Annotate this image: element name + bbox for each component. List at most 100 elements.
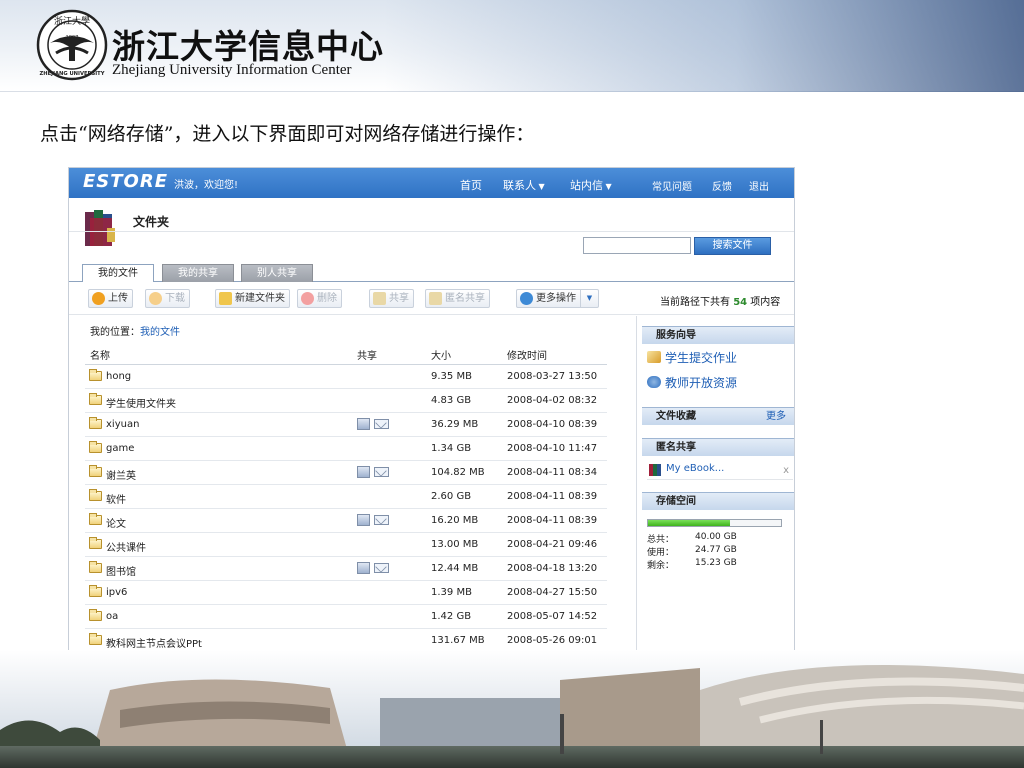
column-name[interactable]: 名称 (90, 347, 110, 362)
close-icon[interactable]: x (783, 465, 789, 476)
file-name[interactable]: hong (106, 371, 131, 382)
folder-title: 文件夹 (133, 215, 170, 229)
file-row[interactable]: 公共课件 13.00 MB 2008-04-21 09:46 (85, 533, 607, 557)
file-row[interactable]: game 1.34 GB 2008-04-10 11:47 (85, 437, 607, 461)
storage-total-row: 总共： 40.00 GB (647, 532, 737, 545)
nav-faq[interactable]: 常见问题 (652, 178, 692, 193)
file-name[interactable]: oa (106, 611, 118, 622)
folder-icon (89, 489, 102, 501)
anon-share-label: 匿名共享 (445, 293, 485, 304)
student-homework-link[interactable]: 学生提交作业 (647, 349, 737, 366)
tab-my-shares[interactable]: 我的共享 (162, 264, 234, 282)
file-name[interactable]: 公共课件 (106, 539, 146, 554)
nav-contacts[interactable]: 联系人 ▼ (503, 177, 545, 193)
file-row[interactable]: 图书馆 12.44 MB 2008-04-18 13:20 (85, 557, 607, 581)
file-modified: 2008-04-02 08:32 (507, 395, 598, 406)
file-size: 131.67 MB (431, 635, 485, 646)
nav-messages[interactable]: 站内信 ▼ (570, 177, 612, 193)
teacher-resources-link[interactable]: 教师开放资源 (647, 374, 737, 391)
file-name[interactable]: 软件 (106, 491, 126, 506)
header-title-en: Zhejiang University Information Center (112, 62, 352, 78)
file-size: 13.00 MB (431, 539, 479, 550)
breadcrumb-my-files[interactable]: 我的文件 (140, 327, 180, 338)
file-name[interactable]: 论文 (106, 515, 126, 530)
folder-icon (89, 633, 102, 645)
tab-my-files[interactable]: 我的文件 (82, 264, 154, 283)
tab-others-shares[interactable]: 别人共享 (241, 264, 313, 282)
more-ops-button[interactable]: 更多操作 ▼ (516, 289, 599, 308)
share-button[interactable]: 共享 (369, 289, 414, 308)
file-modified: 2008-04-18 13:20 (507, 563, 598, 574)
file-row[interactable]: 论文 16.20 MB 2008-04-11 08:39 (85, 509, 607, 533)
download-button[interactable]: 下载 (145, 289, 190, 308)
file-name[interactable]: game (106, 443, 134, 454)
column-modified[interactable]: 修改时间 (507, 347, 547, 362)
shared-user-icon[interactable] (357, 514, 370, 526)
anon-share-item[interactable]: My eBook... x (647, 463, 793, 480)
anon-share-button[interactable]: 匿名共享 (425, 289, 490, 308)
file-row[interactable]: ipv6 1.39 MB 2008-04-27 15:50 (85, 581, 607, 605)
storage-free-value: 15.23 GB (695, 558, 737, 568)
file-name[interactable]: 图书馆 (106, 563, 136, 578)
download-label: 下载 (165, 293, 185, 304)
file-name[interactable]: 教科网主节点会议PPt (106, 635, 202, 650)
folder-icon (89, 513, 102, 525)
file-name[interactable]: 学生使用文件夹 (106, 395, 176, 410)
storage-total-label: 总共： (647, 535, 675, 545)
folder-icon (89, 585, 102, 597)
path-count-suffix: 项内容 (750, 297, 781, 308)
file-modified: 2008-04-11 08:39 (507, 515, 598, 526)
nav-home[interactable]: 首页 (460, 177, 482, 193)
folder-icon (89, 393, 102, 405)
file-row[interactable]: hong 9.35 MB 2008-03-27 13:50 (85, 365, 607, 389)
file-name[interactable]: 谢兰英 (106, 467, 136, 482)
shared-user-icon[interactable] (357, 466, 370, 478)
path-count-prefix: 当前路径下共有 (660, 297, 730, 308)
nav-contacts-label: 联系人 (503, 179, 536, 192)
delete-button[interactable]: 删除 (297, 289, 342, 308)
file-row[interactable]: 谢兰英 104.82 MB 2008-04-11 08:34 (85, 461, 607, 485)
nav-logout[interactable]: 退出 (749, 178, 769, 193)
file-row[interactable]: oa 1.42 GB 2008-05-07 14:52 (85, 605, 607, 629)
search-files-button[interactable]: 搜索文件 (694, 237, 771, 255)
zhejiang-university-logo: 浙江大學 1897 ZHEJIANG UNIVERSITY (36, 9, 108, 81)
storage-meter (647, 519, 782, 527)
file-row[interactable]: 学生使用文件夹 4.83 GB 2008-04-02 08:32 (85, 389, 607, 413)
welcome-text: 洪波，欢迎您! (174, 180, 239, 191)
shared-user-icon[interactable] (357, 562, 370, 574)
mail-icon[interactable] (374, 515, 389, 525)
file-modified: 2008-05-07 14:52 (507, 611, 598, 622)
column-share[interactable]: 共享 (357, 347, 377, 362)
mail-icon[interactable] (374, 419, 389, 429)
file-name[interactable]: xiyuan (106, 419, 139, 430)
path-item-count: 当前路径下共有 54 项内容 (660, 293, 780, 308)
logo-cn-text: 浙江大學 (54, 15, 90, 27)
shared-user-icon[interactable] (357, 418, 370, 430)
student-homework-label: 学生提交作业 (665, 351, 738, 365)
favorites-more-link[interactable]: 更多 (766, 408, 786, 425)
intro-text: 点击“网络存储”，进入以下界面即可对网络存储进行操作： (40, 123, 535, 145)
mail-icon[interactable] (374, 467, 389, 477)
divider (69, 231, 794, 232)
mail-icon[interactable] (374, 563, 389, 573)
file-row[interactable]: 软件 2.60 GB 2008-04-11 08:39 (85, 485, 607, 509)
nav-messages-label: 站内信 (570, 179, 603, 192)
nav-feedback[interactable]: 反馈 (712, 178, 732, 193)
new-folder-button[interactable]: 新建文件夹 (215, 289, 290, 308)
file-size: 1.39 MB (431, 587, 472, 598)
chevron-down-icon: ▼ (580, 290, 598, 307)
favorites-title: 文件收藏 (656, 411, 696, 422)
teacher-resources-label: 教师开放资源 (665, 376, 738, 390)
column-size[interactable]: 大小 (431, 347, 451, 362)
upload-button[interactable]: 上传 (88, 289, 133, 308)
estore-logo[interactable]: ESTORE (83, 171, 168, 192)
new-folder-label: 新建文件夹 (235, 293, 285, 304)
storage-used-row: 使用： 24.77 GB (647, 545, 737, 558)
file-name[interactable]: ipv6 (106, 587, 127, 598)
anon-share-item-label: My eBook... (666, 463, 725, 474)
search-input[interactable] (583, 237, 691, 254)
more-ops-icon (520, 292, 533, 305)
share-icon (373, 292, 386, 305)
file-row[interactable]: xiyuan 36.29 MB 2008-04-10 08:39 (85, 413, 607, 437)
anon-share-icon (429, 292, 442, 305)
